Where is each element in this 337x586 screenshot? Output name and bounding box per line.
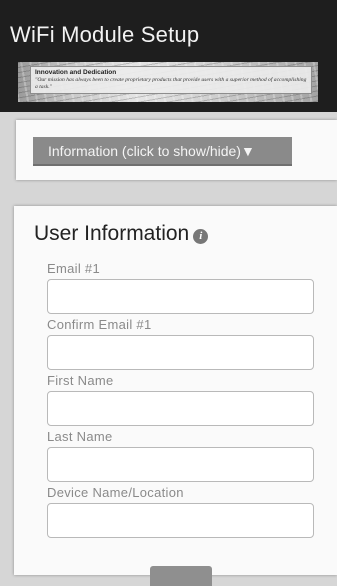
app-header: WiFi Module Setup Innovation and Dedicat… <box>0 0 337 112</box>
confirm-email-1-label: Confirm Email #1 <box>47 317 152 332</box>
section-title-text: User Information <box>34 222 190 245</box>
banner-quote: "Our mission has always been to create p… <box>35 77 307 90</box>
company-banner: Innovation and Dedication "Our mission h… <box>18 62 318 102</box>
banner-text-box: Innovation and Dedication "Our mission h… <box>30 66 312 94</box>
last-name-label: Last Name <box>47 429 113 444</box>
first-name-label: First Name <box>47 373 114 388</box>
info-icon[interactable]: i <box>193 229 209 244</box>
device-name-location-label: Device Name/Location <box>47 485 184 500</box>
banner-heading: Innovation and Dedication <box>35 69 117 76</box>
user-information-panel: User Information i Email #1 Confirm Email… <box>14 206 337 586</box>
last-name-input[interactable] <box>47 447 314 482</box>
device-name-location-input[interactable] <box>47 503 314 538</box>
information-toggle-button[interactable]: Information (click to show/hide)▼ <box>33 137 292 166</box>
first-name-input[interactable] <box>47 391 314 426</box>
section-title: User Information i <box>34 222 209 246</box>
submit-button[interactable] <box>150 566 212 586</box>
app-title: WiFi Module Setup <box>10 22 200 47</box>
email-1-input[interactable] <box>47 279 314 314</box>
email-1-label: Email #1 <box>47 261 100 276</box>
information-panel: Information (click to show/hide)▼ <box>16 120 337 180</box>
confirm-email-1-input[interactable] <box>47 335 314 370</box>
